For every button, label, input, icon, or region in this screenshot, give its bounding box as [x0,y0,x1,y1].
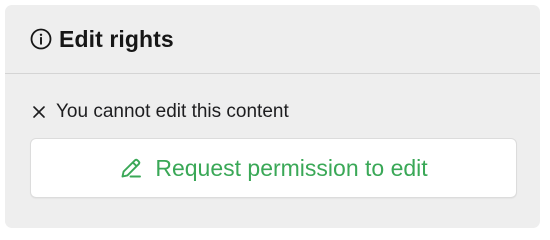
edit-rights-panel: Edit rights You cannot edit this content… [5,5,540,228]
status-row: You cannot edit this content [30,100,517,124]
panel-header: Edit rights [5,5,540,74]
info-icon [30,28,52,50]
panel-title: Edit rights [59,25,174,52]
status-text: You cannot edit this content [56,101,289,122]
close-icon [31,104,47,120]
request-permission-label: Request permission to edit [155,154,428,181]
pencil-icon [119,156,143,180]
request-permission-button[interactable]: Request permission to edit [30,138,517,198]
panel-body: You cannot edit this content Request per… [5,100,540,198]
